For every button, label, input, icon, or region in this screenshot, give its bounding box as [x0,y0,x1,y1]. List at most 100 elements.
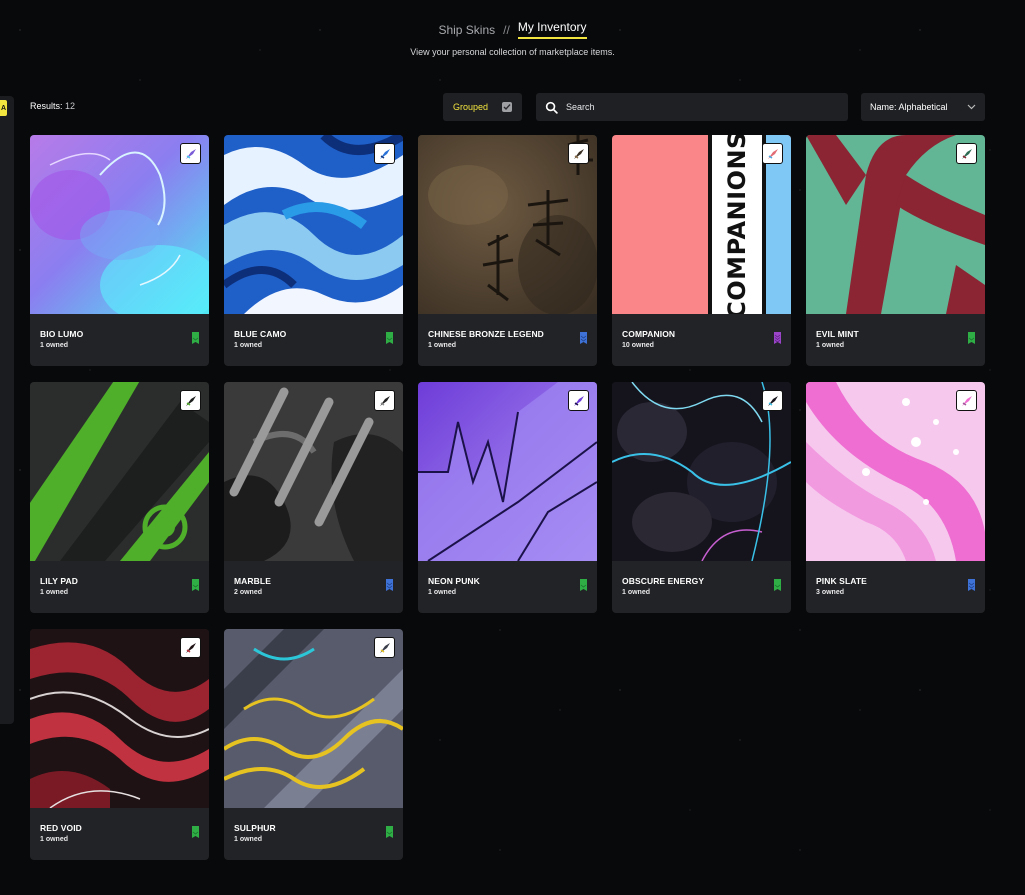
rarity-green-icon [192,579,199,591]
ship-type-badge [568,387,592,411]
rarity-purple-icon [774,332,781,344]
results-count: Results: 12 [30,101,75,111]
item-name: OBSCURE ENERGY [622,576,705,586]
item-info: BLUE CAMO 1 owned [224,314,403,366]
grouped-label: Grouped [453,102,489,112]
ship-icon [767,395,778,406]
ship-type-badge [568,140,592,164]
ship-type-badge [762,140,786,164]
item-owned-count: 1 owned [40,589,69,596]
skin-art-text: COMPANIONS [723,135,751,314]
item-thumbnail [806,382,985,561]
breadcrumb: Ship Skins // My Inventory [0,20,1025,39]
search-input[interactable] [566,102,826,112]
item-name: CHINESE BRONZE LEGEND [428,329,544,339]
ship-icon [379,642,390,653]
item-owned-count: 2 owned [234,589,263,596]
item-card-sulphur[interactable]: SULPHUR 1 owned [224,629,403,860]
ship-icon [379,395,390,406]
item-info: PINK SLATE 3 owned [806,561,985,613]
item-thumbnail: COMPANIONS [612,135,791,314]
rarity-green-icon [386,332,393,344]
ship-icon [573,148,584,159]
item-info: NEON PUNK 1 owned [418,561,597,613]
rarity-green-icon [968,332,975,344]
item-card-red-void[interactable]: RED VOID 1 owned [30,629,209,860]
sort-value: Name: Alphabetical [870,102,948,112]
item-card-pink-slate[interactable]: PINK SLATE 3 owned [806,382,985,613]
item-name: RED VOID [40,823,82,833]
ship-icon [961,395,972,406]
item-info: MARBLE 2 owned [224,561,403,613]
inventory-grid: BIO LUMO 1 owned BLUE CAMO 1 owned CHINE… [30,135,986,860]
item-card-bio-lumo[interactable]: BIO LUMO 1 owned [30,135,209,366]
item-card-marble[interactable]: MARBLE 2 owned [224,382,403,613]
ship-type-badge [180,143,201,164]
ship-type-badge [374,390,395,411]
item-info: EVIL MINT 1 owned [806,314,985,366]
ship-type-badge [180,634,204,658]
ship-icon [185,395,196,406]
results-label: Results: [30,101,63,111]
ship-icon [961,148,972,159]
rarity-blue-icon [580,332,587,344]
item-owned-count: 10 owned [622,342,654,349]
rarity-green-icon [580,579,587,591]
ship-icon [573,395,584,406]
item-card-companion[interactable]: COMPANIONS COMPANION 10 owned [612,135,791,366]
item-info: RED VOID 1 owned [30,808,209,860]
rarity-green-icon [386,826,393,838]
side-panel[interactable] [0,96,14,724]
checkmark-icon [503,104,511,111]
ship-type-badge [374,637,395,658]
ship-type-badge [374,140,398,164]
item-name: NEON PUNK [428,576,480,586]
item-thumbnail [418,135,597,314]
sort-dropdown[interactable]: Name: Alphabetical [861,93,985,121]
item-owned-count: 1 owned [428,342,457,349]
rarity-blue-icon [968,579,975,591]
grouped-checkbox[interactable] [502,102,512,112]
item-name: LILY PAD [40,576,78,586]
breadcrumb-separator: // [503,22,510,37]
page-subtitle: View your personal collection of marketp… [410,47,615,57]
item-card-obscure-energy[interactable]: OBSCURE ENERGY 1 owned [612,382,791,613]
search-icon [545,101,558,114]
item-owned-count: 1 owned [234,342,263,349]
item-thumbnail [30,629,209,808]
rarity-green-icon [192,826,199,838]
item-card-lily-pad[interactable]: LILY PAD 1 owned [30,382,209,613]
item-thumbnail [30,135,209,314]
side-panel-tab[interactable]: A [0,100,7,116]
item-thumbnail [612,382,791,561]
item-thumbnail [224,135,403,314]
chevron-down-icon [967,104,976,110]
ship-icon [185,642,196,653]
item-owned-count: 1 owned [428,589,457,596]
breadcrumb-my-inventory[interactable]: My Inventory [517,20,587,39]
grouped-toggle[interactable]: Grouped [443,93,522,121]
breadcrumb-ship-skins[interactable]: Ship Skins [438,23,495,37]
item-name: SULPHUR [234,823,276,833]
item-card-chinese-bronze-legend[interactable]: CHINESE BRONZE LEGEND 1 owned [418,135,597,366]
item-name: EVIL MINT [816,329,859,339]
ship-icon [767,148,778,159]
item-name: MARBLE [234,576,271,586]
search-box[interactable] [536,93,848,121]
ship-type-badge [956,143,977,164]
item-info: OBSCURE ENERGY 1 owned [612,561,791,613]
item-card-neon-punk[interactable]: NEON PUNK 1 owned [418,382,597,613]
ship-type-badge [762,387,786,411]
item-name: PINK SLATE [816,576,867,586]
ship-icon [185,148,196,159]
item-card-blue-camo[interactable]: BLUE CAMO 1 owned [224,135,403,366]
rarity-green-icon [192,332,199,344]
item-owned-count: 1 owned [40,342,69,349]
item-info: SULPHUR 1 owned [224,808,403,860]
item-thumbnail [224,629,403,808]
item-card-evil-mint[interactable]: EVIL MINT 1 owned [806,135,985,366]
item-thumbnail [224,382,403,561]
results-number: 12 [65,101,76,111]
item-name: BLUE CAMO [234,329,287,339]
item-owned-count: 1 owned [40,836,69,843]
